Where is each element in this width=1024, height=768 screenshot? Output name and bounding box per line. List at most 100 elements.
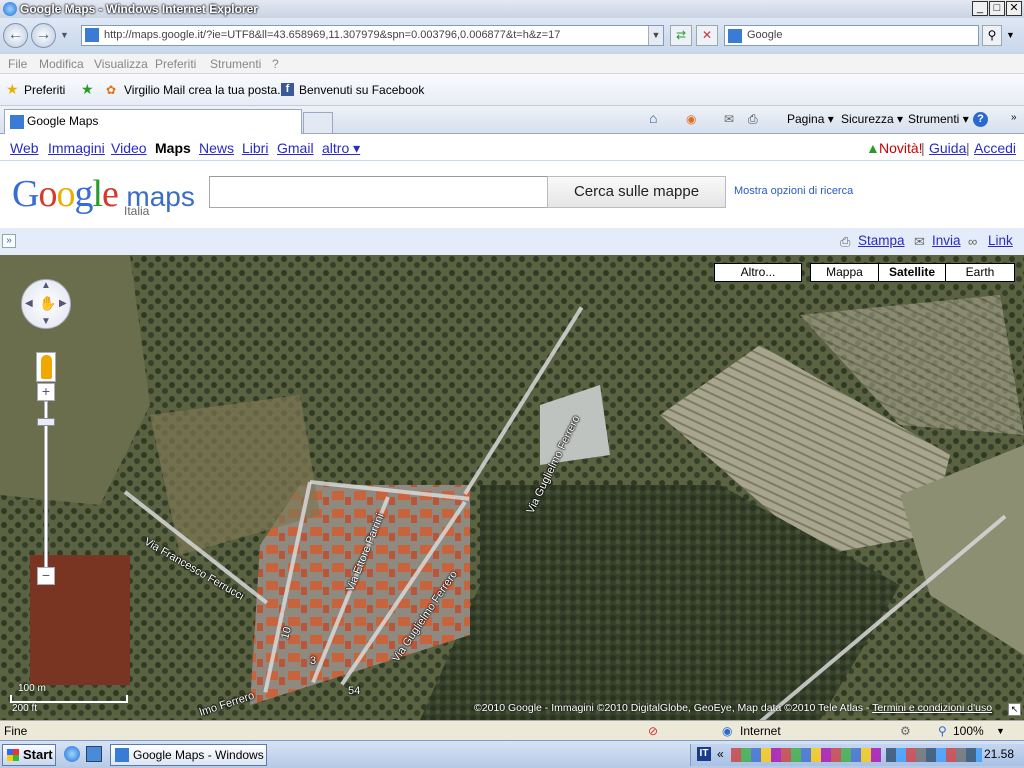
pan-left-icon[interactable]: ◀ [25, 298, 33, 309]
new-tab-button[interactable] [303, 112, 333, 134]
zoom-dropdown-icon[interactable]: ▼ [996, 726, 1005, 736]
menu-strumenti[interactable]: Strumenti [210, 57, 261, 71]
mail-icon[interactable]: ✉ [724, 112, 734, 126]
zoom-in-button[interactable]: + [37, 383, 55, 401]
feeds-icon[interactable]: ◉ [686, 112, 696, 126]
pagina-menu[interactable]: Pagina ▾ [787, 112, 834, 126]
search-options-link[interactable]: Mostra opzioni di ricerca [734, 185, 853, 197]
search-icon[interactable]: ⚲ [982, 25, 1002, 46]
gbar-libri-link[interactable]: Libri [242, 140, 268, 156]
gbar-video-link[interactable]: Video [111, 140, 147, 156]
history-dropdown-icon[interactable]: ▼ [60, 30, 69, 40]
sicurezza-label: Sicurezza [841, 112, 894, 126]
menu-help[interactable]: ? [272, 57, 279, 71]
popup-blocked-icon[interactable]: ⊘ [648, 724, 658, 738]
gbar-novita-link[interactable]: Novità! [879, 140, 923, 156]
map-type-satellite-button[interactable]: Satellite [878, 263, 946, 282]
pegman-streetview[interactable] [36, 352, 56, 382]
taskbar-ie-window[interactable]: Google Maps - Windows ... [110, 744, 267, 766]
scale-metric-label: 100 m [18, 683, 46, 694]
tab-favicon-icon [10, 115, 24, 129]
web-search-placeholder: Google [747, 29, 783, 41]
map-type-altro-button[interactable]: Altro... [714, 263, 802, 282]
google-favicon-icon [85, 28, 99, 42]
collapse-panel-icon[interactable]: » [2, 234, 16, 248]
scale-bar-metric [10, 695, 128, 703]
strumenti-menu[interactable]: Strumenti ▾ [908, 112, 969, 126]
gbar-immagini-link[interactable]: Immagini [48, 140, 105, 156]
map-type-mappa-button[interactable]: Mappa [810, 263, 879, 282]
tray-icons-2[interactable] [886, 748, 982, 762]
tray-expand-icon[interactable]: « [717, 747, 724, 761]
menu-visualizza[interactable]: Visualizza [94, 57, 148, 71]
stop-button[interactable]: ✕ [696, 25, 718, 46]
start-button[interactable]: Start [2, 744, 56, 766]
window-titlebar: Google Maps - Windows Internet Explorer … [0, 0, 1024, 18]
start-label: Start [23, 747, 53, 762]
sicurezza-menu[interactable]: Sicurezza ▾ [841, 112, 903, 126]
gbar-web-link[interactable]: Web [10, 140, 39, 156]
web-search-input[interactable]: Google [724, 25, 979, 46]
address-toolbar: ← → ▼ http://maps.google.it/?ie=UTF8&ll=… [0, 18, 1024, 54]
url-dropdown-icon[interactable]: ▼ [648, 26, 663, 45]
gbar-gmail-link[interactable]: Gmail [277, 140, 314, 156]
menu-file[interactable]: File [8, 57, 27, 71]
zoom-track[interactable] [44, 401, 48, 571]
favorite-facebook-link[interactable]: Benvenuti su Facebook [299, 83, 424, 97]
quicklaunch-ie-icon[interactable] [64, 746, 80, 762]
gbar-accedi-link[interactable]: Accedi [974, 140, 1016, 156]
house-number: 3 [310, 655, 317, 667]
refresh-button[interactable]: ⇄ [670, 25, 692, 46]
favorites-button[interactable]: Preferiti [24, 83, 65, 97]
language-icon[interactable]: IT [697, 747, 711, 761]
zoom-level-text[interactable]: 100% [953, 724, 984, 738]
status-text: Fine [4, 724, 28, 738]
url-input[interactable]: http://maps.google.it/?ie=UTF8&ll=43.658… [81, 25, 664, 46]
add-favorite-icon[interactable]: ★ [81, 81, 94, 98]
chevron-more-icon[interactable]: » [1011, 112, 1017, 123]
satellite-map[interactable]: Via Guglielmo Ferrero Via Ettore Parrini… [0, 255, 1024, 720]
forward-button[interactable]: → [31, 23, 56, 48]
home-icon[interactable]: ⌂ [649, 110, 657, 126]
gbar-news-link[interactable]: News [199, 140, 234, 156]
cerca-sulle-mappe-button[interactable]: Cerca sulle mappe [547, 176, 726, 208]
logo-italia: Italia [124, 204, 150, 218]
menu-modifica[interactable]: Modifica [39, 57, 84, 71]
taskbar-task-label: Google Maps - Windows ... [133, 748, 267, 762]
tray-icons[interactable] [731, 748, 881, 762]
tab-google-maps[interactable]: Google Maps [4, 109, 302, 134]
zoom-out-button[interactable]: − [37, 567, 55, 585]
map-type-earth-button[interactable]: Earth [945, 263, 1015, 282]
print-icon[interactable]: ⎙ [748, 112, 758, 127]
overview-toggle-icon[interactable]: ↖ [1008, 703, 1021, 716]
gbar-guida-link[interactable]: Guida [929, 140, 966, 156]
ie-logo-icon [3, 2, 17, 16]
help-icon[interactable]: ? [973, 112, 988, 127]
menu-preferiti[interactable]: Preferiti [155, 57, 196, 71]
link-link[interactable]: Link [988, 233, 1013, 248]
close-window-button[interactable]: ✕ [1006, 1, 1022, 16]
maps-search-input[interactable] [209, 176, 548, 208]
minimize-button[interactable]: _ [972, 1, 988, 16]
terms-link[interactable]: Termini e condizioni d'uso [872, 702, 992, 714]
zoom-handle[interactable] [37, 418, 55, 426]
pan-control[interactable]: ▲ ▼ ◀ ▶ ✋ [21, 279, 71, 329]
pan-right-icon[interactable]: ▶ [59, 298, 67, 309]
protected-mode-icon[interactable]: ⚙ [900, 724, 911, 738]
quicklaunch-desktop-icon[interactable] [86, 746, 102, 762]
strumenti-label: Strumenti [908, 112, 960, 126]
pan-up-icon[interactable]: ▲ [41, 280, 51, 291]
menu-bar: File Modifica Visualizza Preferiti Strum… [0, 54, 1024, 74]
maximize-button[interactable]: □ [989, 1, 1005, 16]
invia-link[interactable]: Invia [932, 233, 961, 248]
favorite-virgilio-link[interactable]: Virgilio Mail crea la tua posta... [124, 83, 287, 97]
pan-down-icon[interactable]: ▼ [41, 316, 51, 327]
virgilio-icon: ✿ [106, 83, 117, 97]
google-maps-logo[interactable]: Google maps [12, 172, 195, 216]
taskbar: Start Google Maps - Windows ... IT « 21.… [0, 740, 1024, 768]
stampa-link[interactable]: Stampa [858, 233, 905, 248]
gbar-altro-link[interactable]: altro ▾ [322, 140, 360, 157]
search-options-dropdown-icon[interactable]: ▼ [1006, 30, 1015, 40]
back-button[interactable]: ← [3, 23, 28, 48]
print-map-icon: ⎙ [840, 234, 851, 249]
